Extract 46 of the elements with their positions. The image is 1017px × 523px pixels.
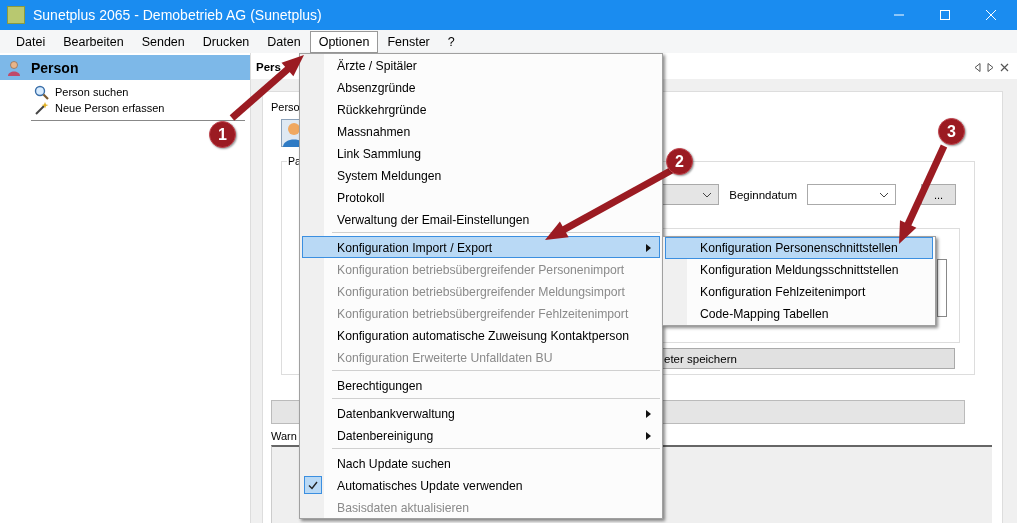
menu-item[interactable]: Konfiguration Fehlzeitenimport [665,281,933,303]
maximize-icon[interactable] [939,9,951,21]
menu-item[interactable]: Datenbereinigung [302,424,660,446]
warnings-label: Warn [271,430,297,442]
scroll-right-icon[interactable] [987,62,994,72]
menu-bar-item[interactable]: Fenster [378,30,439,53]
sidebar-title: Person [31,59,79,76]
close-icon[interactable] [1000,62,1009,72]
menu-item[interactable]: Automatisches Update verwenden [302,474,660,496]
menu-bar-item[interactable]: Daten [258,30,310,53]
menu-item[interactable]: Berechtigungen [302,374,660,396]
menu-item[interactable]: Absenzgründe [302,76,660,98]
document-tab[interactable]: Pers [256,61,281,73]
menu-bar-item[interactable]: Bearbeiten [54,30,133,53]
chevron-down-icon [879,191,889,198]
menu-item[interactable]: Konfiguration Meldungsschnittstellen [665,259,933,281]
menu-item[interactable]: Datenbankverwaltung [302,402,660,424]
menu-item[interactable]: Code-Mapping Tabellen [665,303,933,325]
window-title: Sunetplus 2065 - Demobetrieb AG (Sunetplus) [33,7,322,23]
menu-item[interactable]: Konfiguration Import / Export [302,236,660,258]
menu-item[interactable]: Rückkehrgründe [302,98,660,120]
menu-bar-item[interactable]: Optionen [309,30,379,53]
menu-item[interactable]: Konfiguration automatische Zuweisung Kontaktperson [302,324,660,346]
section-label: Perso [271,101,300,113]
menu-bar-item[interactable]: Drucken [193,30,259,53]
sidebar-item[interactable]: Person suchen [55,86,129,98]
menu-item[interactable]: Link Sammlung [302,142,660,164]
menu-item[interactable]: Protokoll [302,186,660,208]
menu-bar-item[interactable]: ? [438,30,464,53]
menu-item[interactable]: System Meldungen [302,164,660,186]
menu-bar-item[interactable]: Datei [7,30,55,53]
magic-wand-icon [34,100,49,116]
sidebar-item[interactable]: Neue Person erfassen [55,102,165,114]
person-icon [7,59,21,76]
list-box[interactable] [937,259,947,317]
menu-item[interactable]: Ärzte / Spitäler [302,54,660,76]
menu-item[interactable]: Konfiguration Personenschnittstellen [665,237,933,259]
menu-item[interactable]: Massnahmen [302,120,660,142]
menu-item[interactable]: Verwaltung der Email-Einstellungen [302,208,660,230]
field-label: Beginndatum [729,188,797,201]
chevron-down-icon [702,191,713,198]
app-logo-icon [7,6,25,24]
search-icon [34,84,49,100]
menu-bar-item[interactable]: Senden [132,30,194,53]
menu-item[interactable]: Nach Update suchen [302,452,660,474]
scroll-left-icon[interactable] [974,62,981,72]
